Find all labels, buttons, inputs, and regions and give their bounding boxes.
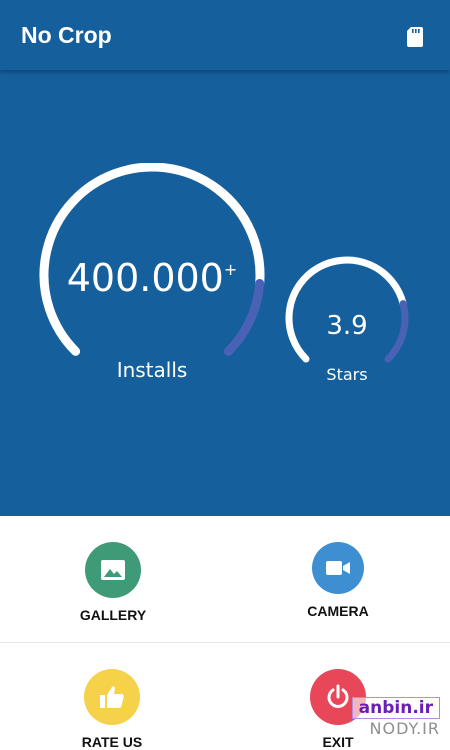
stars-gauge-track [285, 256, 407, 363]
sd-card-button[interactable] [398, 20, 432, 54]
image-icon [101, 560, 125, 580]
watermark-brand: NODY.IR [369, 719, 440, 738]
gallery-button[interactable]: GALLERY [38, 542, 188, 623]
gallery-label: GALLERY [79, 607, 147, 623]
watermark-site: anbin.ir [351, 697, 440, 719]
gallery-circle [85, 542, 141, 598]
stars-gauge-accent [384, 300, 409, 363]
installs-value: 400.000+ [67, 256, 238, 300]
exit-label: EXIT [322, 734, 354, 750]
installs-gauge: 400.000+ Installs [39, 163, 265, 382]
camera-circle [312, 542, 364, 594]
divider [0, 642, 450, 643]
video-camera-icon [326, 561, 350, 575]
camera-label: CAMERA [307, 603, 369, 619]
app-bar: No Crop [0, 0, 450, 70]
app-title: No Crop [21, 22, 112, 48]
stats-panel: 400.000+ Installs 3.9 Stars [0, 70, 450, 516]
thumbs-up-icon [100, 686, 124, 708]
installs-gauge-accent [223, 278, 265, 356]
rate-us-label: RATE US [81, 734, 143, 750]
stars-label: Stars [326, 365, 367, 384]
rate-us-circle [84, 669, 140, 725]
installs-label: Installs [117, 358, 188, 382]
camera-button[interactable]: CAMERA [263, 542, 413, 619]
rate-us-button[interactable]: RATE US [37, 669, 187, 750]
power-icon [327, 684, 349, 708]
watermark: anbin.ir NODY.IR [351, 697, 440, 738]
stars-gauge: 3.9 Stars [285, 256, 409, 384]
sd-card-icon [407, 27, 423, 47]
stars-value: 3.9 [326, 311, 367, 341]
